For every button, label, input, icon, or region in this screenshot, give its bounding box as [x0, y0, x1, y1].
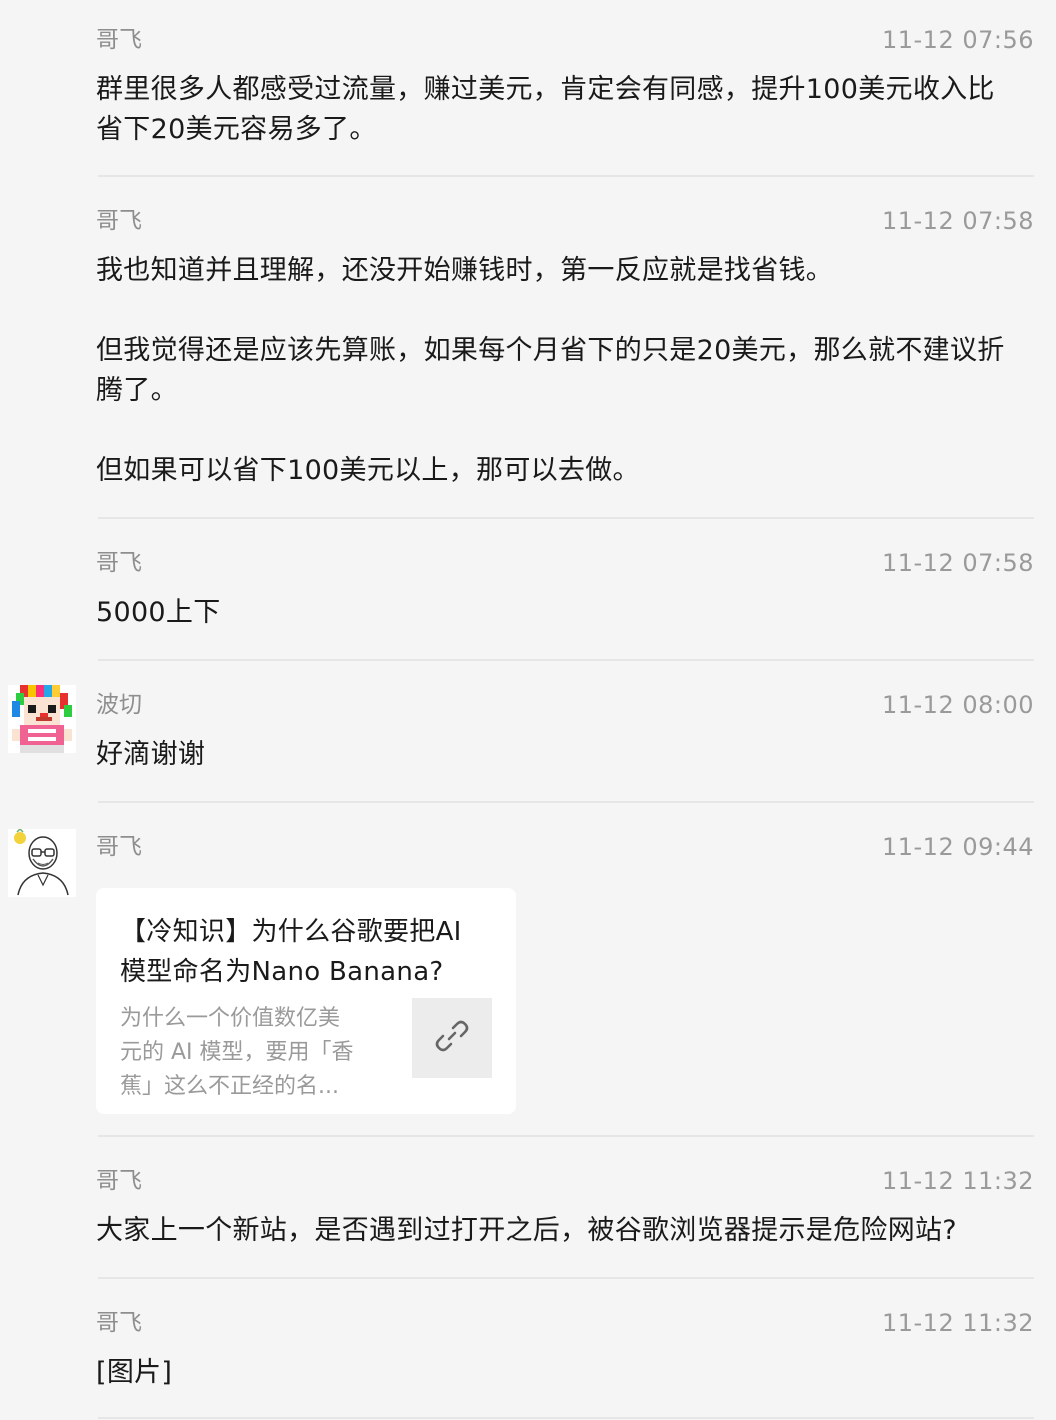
- message-divider: [98, 517, 1034, 519]
- sender-name: 哥飞: [96, 550, 142, 576]
- message-text: 大家上一个新站，是否遇到过打开之后，被谷歌浏览器提示是危险网站?: [96, 1215, 957, 1246]
- sender-name: 波切: [96, 692, 142, 718]
- pixel-clown-avatar[interactable]: [8, 685, 76, 753]
- sender-name: 哥飞: [96, 27, 142, 53]
- link-card-description: 为什么一个价值数亿美 元的 AI 模型，要用「香 蕉」这么不正经的名...: [120, 1006, 354, 1099]
- bald-glasses-man-avatar[interactable]: [8, 827, 76, 897]
- message-text: 好滴谢谢: [96, 739, 206, 770]
- link-card-thumbnail: [412, 998, 492, 1078]
- sender-name: 哥飞: [96, 1168, 142, 1194]
- message-time: 11-12 11:32: [881, 1167, 1034, 1195]
- message-time: 11-12 07:58: [881, 207, 1034, 235]
- message-divider: [98, 801, 1034, 803]
- sender-name: 哥飞: [96, 1310, 142, 1336]
- message-time: 11-12 11:32: [881, 1309, 1034, 1337]
- message-text: 5000上下: [96, 597, 221, 628]
- message-text: 我也知道并且理解，还没开始赚钱时，第一反应就是找省钱。 但我觉得还是应该先算账，…: [96, 255, 1005, 486]
- message-time: 11-12 08:00: [881, 691, 1034, 719]
- message-divider: [98, 1135, 1034, 1137]
- message-time: 11-12 09:44: [881, 833, 1034, 861]
- sender-name: 哥飞: [96, 834, 142, 860]
- message-divider: [98, 1417, 1034, 1419]
- sender-name: 哥飞: [96, 208, 142, 234]
- link-icon: [432, 1016, 472, 1060]
- message-divider: [98, 1277, 1034, 1279]
- message-time: 11-12 07:56: [881, 26, 1034, 54]
- message-text: 群里很多人都感受过流量，赚过美元，肯定会有同感，提升100美元收入比 省下20美…: [96, 74, 995, 145]
- message-divider: [98, 175, 1034, 177]
- image-placeholder-text[interactable]: [图片]: [96, 1353, 1036, 1393]
- message-divider: [98, 659, 1034, 661]
- link-card[interactable]: 【冷知识】为什么谷歌要把AI 模型命名为Nano Banana? 为什么一个价值…: [96, 888, 516, 1114]
- message-time: 11-12 07:58: [881, 549, 1034, 577]
- link-card-title: 【冷知识】为什么谷歌要把AI 模型命名为Nano Banana?: [120, 917, 462, 987]
